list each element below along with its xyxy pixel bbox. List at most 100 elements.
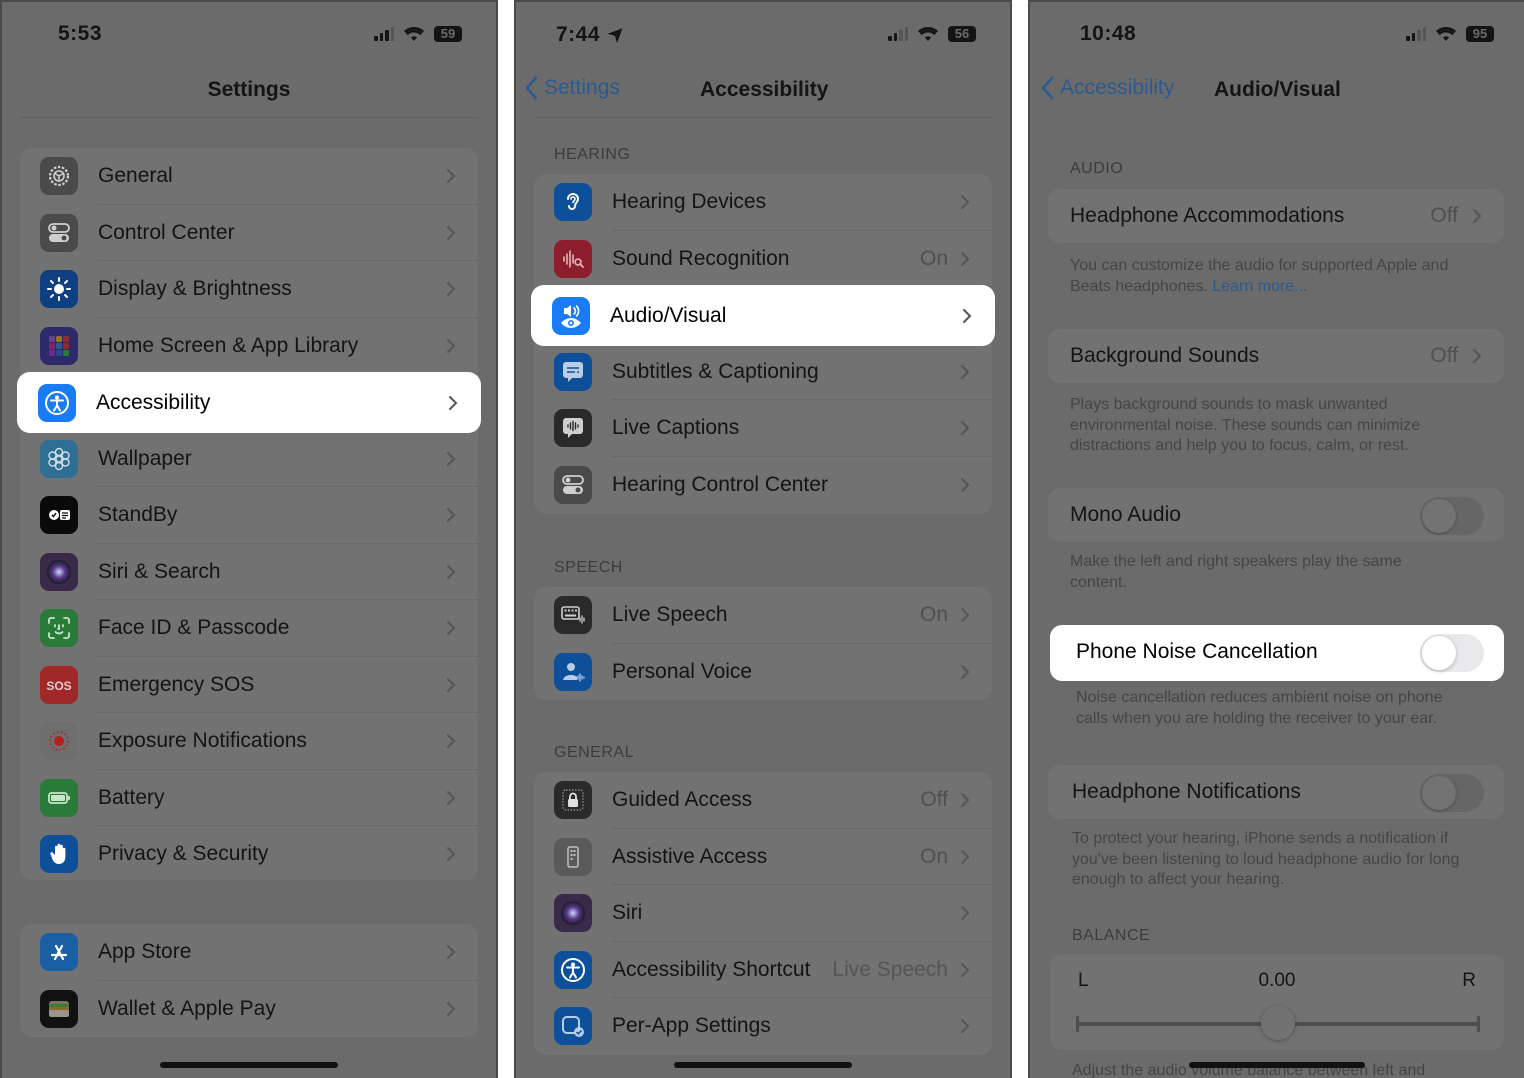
wifi-icon: [918, 27, 938, 41]
row-subtitles-and-captioning[interactable]: Subtitles & Captioning: [534, 344, 992, 400]
row-face-id-and-passcode[interactable]: Face ID & Passcode: [20, 600, 478, 657]
row-general[interactable]: General: [20, 148, 478, 205]
section-header-general: GENERAL: [554, 744, 634, 761]
row-label: Sound Recognition: [612, 246, 790, 270]
row-siri[interactable]: Siri: [534, 885, 992, 942]
row-label: Wallpaper: [98, 446, 192, 470]
chevron-right-icon: [961, 664, 970, 679]
chevron-right-icon: [447, 564, 456, 579]
row-hearing-devices[interactable]: Hearing Devices: [534, 174, 992, 231]
wifi-icon: [404, 27, 424, 41]
status-bar: 5:53 59: [2, 20, 496, 50]
row-control-center[interactable]: Control Center: [20, 205, 478, 261]
row-label: Wallet & Apple Pay: [98, 996, 276, 1020]
chevron-right-icon: [961, 364, 970, 379]
row-value: On: [919, 844, 948, 868]
row-label: Accessibility: [96, 390, 211, 414]
mono-audio-toggle[interactable]: [1420, 497, 1484, 535]
slider-tick-left: [1076, 1016, 1079, 1032]
hearing-group: Hearing Devices Sound Recognition On Audio/…: [532, 174, 994, 514]
page-title: Settings: [207, 78, 291, 101]
balance-card: L 0.00 R: [1050, 954, 1504, 1050]
captions-icon: [554, 352, 592, 391]
home-indicator: [1189, 1062, 1365, 1068]
nav-divider: [20, 117, 478, 118]
chevron-right-icon: [961, 906, 970, 921]
row-label: Live Speech: [612, 603, 728, 627]
battery-level: 95: [1466, 26, 1494, 42]
row-guided-access[interactable]: Guided Access Off: [534, 772, 992, 829]
row-privacy-and-security[interactable]: Privacy & Security: [20, 826, 478, 883]
standby-icon: [40, 496, 78, 535]
sos-icon: SOS: [40, 665, 78, 704]
back-button[interactable]: Accessibility: [1040, 76, 1174, 100]
row-label: Emergency SOS: [98, 672, 255, 696]
row-label: Background Sounds: [1070, 344, 1260, 367]
row-label: Face ID & Passcode: [98, 616, 290, 640]
row-battery[interactable]: Battery: [20, 770, 478, 826]
row-exposure-notifications[interactable]: Exposure Notifications: [20, 713, 478, 770]
row-sound-recognition[interactable]: Sound Recognition On: [534, 231, 992, 287]
row-label: Personal Voice: [612, 659, 753, 683]
row-assistive-access[interactable]: Assistive Access On: [534, 829, 992, 885]
app-grid-icon: [40, 326, 78, 365]
phone-noise-cancellation-toggle[interactable]: [1420, 634, 1484, 672]
row-wallet-and-apple-pay[interactable]: Wallet & Apple Pay: [20, 981, 478, 1038]
balance-left-label: L: [1078, 970, 1089, 991]
row-hearing-control-center[interactable]: Hearing Control Center: [534, 457, 992, 514]
headphone-accommodations-footer: You can customize the audio for supporte…: [1070, 256, 1490, 297]
row-wallpaper[interactable]: Wallpaper: [20, 431, 478, 487]
chevron-right-icon: [447, 225, 456, 240]
chevron-right-icon: [447, 1001, 456, 1016]
siri-icon: [40, 552, 78, 591]
row-accessibility[interactable]: Accessibility: [18, 373, 480, 432]
row-label: General: [98, 164, 173, 188]
row-label: Home Screen & App Library: [98, 333, 359, 357]
nav-divider: [534, 117, 992, 118]
chevron-right-icon: [961, 195, 970, 210]
chevron-right-icon: [961, 849, 970, 864]
chevron-right-icon: [447, 338, 456, 353]
row-label: Privacy & Security: [98, 842, 269, 866]
row-emergency-sos[interactable]: SOS Emergency SOS: [20, 657, 478, 713]
location-arrow-icon: ➤: [603, 19, 633, 49]
row-label: Mono Audio: [1070, 503, 1181, 526]
chevron-left-icon: [525, 76, 538, 100]
headphone-accommodations-row[interactable]: Headphone Accommodations Off: [1048, 189, 1504, 243]
row-siri-and-search[interactable]: Siri & Search: [20, 544, 478, 600]
ear-icon: [554, 183, 592, 222]
row-app-store[interactable]: App Store: [20, 924, 478, 981]
row-standby[interactable]: StandBy: [20, 487, 478, 544]
balance-slider[interactable]: [1076, 1006, 1480, 1040]
sun-icon: [40, 270, 78, 309]
exposure-icon: [40, 722, 78, 761]
row-accessibility-shortcut[interactable]: Accessibility Shortcut Live Speech: [534, 942, 992, 998]
headphone-notifications-toggle[interactable]: [1420, 774, 1484, 812]
row-audio-visual[interactable]: Audio/Visual: [532, 286, 994, 345]
status-bar: 10:48 95: [1030, 20, 1524, 50]
row-personal-voice[interactable]: Personal Voice: [534, 644, 992, 701]
row-value: On: [919, 246, 948, 270]
chevron-right-icon: [961, 251, 970, 266]
row-label: Exposure Notifications: [98, 729, 307, 753]
section-header-audio: AUDIO: [1070, 160, 1124, 177]
home-indicator: [674, 1062, 852, 1068]
row-home-screen-and-app-library[interactable]: Home Screen & App Library: [20, 318, 478, 374]
row-display-and-brightness[interactable]: Display & Brightness: [20, 261, 478, 318]
row-live-speech[interactable]: Live Speech On: [534, 587, 992, 644]
chevron-right-icon: [963, 308, 972, 323]
background-sounds-row[interactable]: Background Sounds Off: [1048, 329, 1504, 383]
learn-more-link[interactable]: Learn more...: [1212, 278, 1307, 295]
row-live-captions[interactable]: Live Captions: [534, 400, 992, 457]
settings-group-main: General Control Center Display & Brightnes…: [18, 148, 480, 883]
sound-recognition-icon: [554, 239, 592, 278]
page-title: Audio/Visual: [1214, 78, 1341, 101]
chevron-right-icon: [961, 421, 970, 436]
row-per-app-settings[interactable]: Per-App Settings: [534, 998, 992, 1055]
balance-slider-thumb[interactable]: [1261, 1006, 1295, 1040]
back-button[interactable]: Settings: [524, 76, 620, 100]
status-time: 7:44 ➤: [556, 19, 632, 48]
phone-noise-cancellation-footer: Noise cancellation reduces ambient noise…: [1076, 689, 1443, 727]
nav-bar: Settings: [2, 66, 496, 118]
row-label: Siri & Search: [98, 559, 221, 583]
